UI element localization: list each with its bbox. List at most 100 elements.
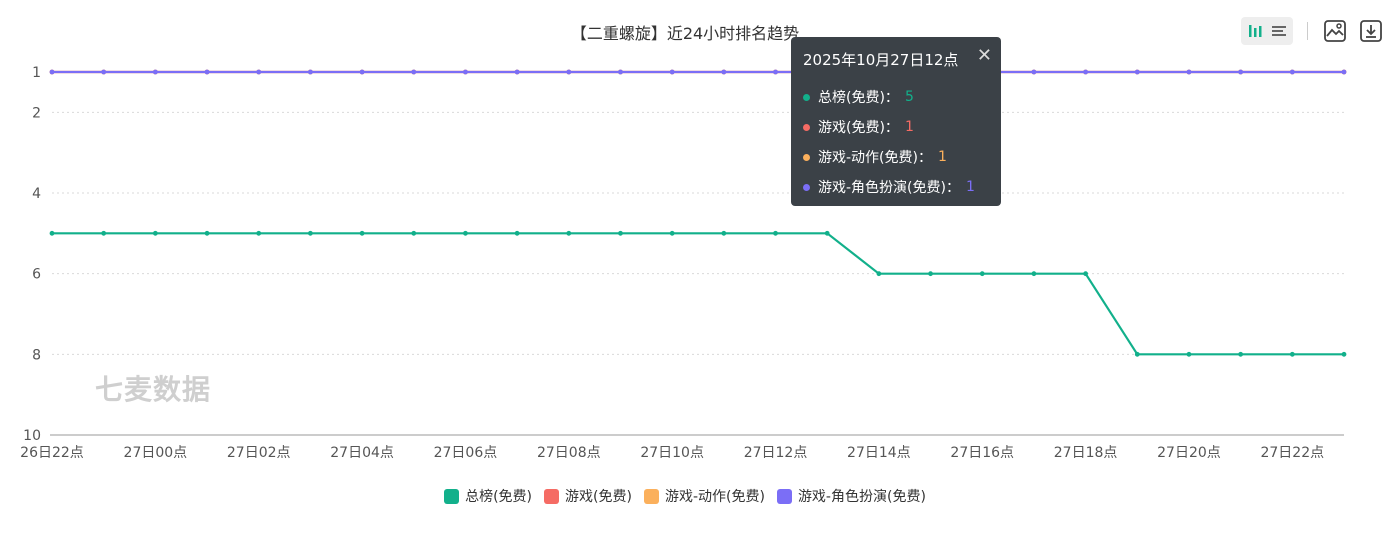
tooltip-dot — [803, 93, 810, 101]
data-point — [824, 230, 830, 236]
data-point — [411, 69, 417, 75]
tooltip-dot — [803, 123, 810, 131]
data-point — [618, 230, 623, 236]
close-icon[interactable]: ✕ — [977, 45, 992, 66]
x-tick-label: 27日04点 — [330, 445, 394, 461]
tooltip-series-name: 游戏(免费)： — [818, 120, 899, 136]
x-tick-label: 27日10点 — [640, 445, 704, 461]
x-tick-label: 27日18点 — [1054, 445, 1118, 461]
data-point — [514, 230, 520, 236]
y-tick-label: 1 — [32, 65, 41, 81]
data-point — [669, 69, 675, 75]
tooltip-dot — [803, 153, 810, 161]
series-line — [52, 232, 1344, 356]
x-tick-label: 26日22点 — [20, 445, 84, 461]
x-tick-label: 27日20点 — [1157, 445, 1221, 461]
tooltip-rows: 总榜(免费)： 5 游戏(免费)： 1 游戏-动作(免费)： 1 游戏-角色扮演(免费)： 1 — [803, 82, 989, 202]
data-point — [1186, 69, 1192, 75]
tooltip-row: 总榜(免费)： 5 — [803, 82, 989, 112]
tooltip-value: 1 — [937, 149, 947, 165]
tooltip-series-name: 总榜(免费)： — [818, 90, 899, 106]
tooltip-value: 5 — [904, 89, 914, 105]
legend-item[interactable]: 游戏-动作(免费) — [643, 486, 765, 506]
legend-swatch — [643, 488, 659, 504]
tooltip-title: 2025年10月27日12点 — [803, 51, 959, 69]
tooltip-row: 游戏-动作(免费)： 1 — [803, 142, 989, 172]
data-point — [49, 230, 55, 236]
legend-label: 游戏-角色扮演(免费) — [797, 489, 926, 505]
x-tick-label: 27日12点 — [744, 445, 808, 461]
data-point — [256, 69, 262, 75]
data-point — [204, 69, 210, 75]
x-tick-label: 27日02点 — [227, 445, 291, 461]
data-point — [773, 69, 778, 75]
data-point — [359, 69, 365, 75]
tooltip-series-name: 游戏-角色扮演(免费)： — [818, 180, 960, 196]
data-point — [308, 69, 313, 75]
data-point — [204, 230, 210, 236]
chart-plot: 1 2 4 6 8 1026日22点 27日00点 27日02点 27日04点 27日06点 27日… — [20, 65, 1347, 461]
data-point — [669, 230, 675, 236]
legend-swatch — [444, 488, 460, 504]
y-tick-label: 8 — [32, 347, 41, 363]
chart-tooltip: 2025年10月27日12点 ✕ 总榜(免费)： 5 游戏(免费)： 1 游戏-动作(免… — [791, 37, 1001, 206]
data-point — [1238, 69, 1244, 75]
data-point — [773, 230, 778, 236]
data-point — [979, 271, 985, 277]
legend-item[interactable]: 总榜(免费) — [444, 486, 532, 506]
data-point — [514, 69, 520, 75]
data-point — [1289, 69, 1295, 75]
legend-label: 总榜(免费) — [465, 489, 533, 505]
data-point — [463, 230, 468, 236]
legend-label: 游戏(免费) — [565, 489, 632, 505]
x-tick-label: 27日16点 — [950, 445, 1014, 461]
watermark: 七麦数据 — [95, 373, 212, 406]
tooltip-series-name: 游戏-动作(免费)： — [818, 150, 932, 166]
data-point — [152, 69, 158, 75]
x-tick-label: 27日14点 — [847, 445, 911, 461]
data-point — [876, 271, 882, 277]
data-point — [1289, 351, 1295, 357]
data-point — [721, 69, 727, 75]
legend-swatch — [544, 488, 560, 504]
tooltip-row: 游戏(免费)： 1 — [803, 112, 989, 142]
data-point — [566, 69, 572, 75]
y-tick-label: 6 — [32, 267, 41, 283]
tooltip-row: 游戏-角色扮演(免费)： 1 — [803, 172, 989, 202]
data-point — [1341, 351, 1347, 357]
data-point — [101, 69, 107, 75]
data-point — [256, 230, 262, 236]
data-point — [1238, 351, 1244, 357]
y-tick-label: 4 — [32, 186, 41, 202]
x-tick-label: 27日00点 — [124, 445, 188, 461]
data-point — [618, 69, 623, 75]
data-point — [49, 69, 55, 75]
data-point — [359, 230, 365, 236]
legend-item[interactable]: 游戏(免费) — [544, 486, 632, 506]
data-point — [463, 69, 468, 75]
data-point — [566, 230, 572, 236]
data-point — [1031, 271, 1037, 277]
data-point — [1134, 69, 1140, 75]
y-tick-label: 2 — [32, 105, 41, 121]
data-point — [1341, 69, 1347, 75]
tooltip-dot — [803, 183, 810, 191]
data-point — [308, 230, 313, 236]
data-point — [1186, 351, 1192, 357]
y-tick-label: 10 — [23, 428, 41, 444]
legend-swatch — [776, 488, 792, 504]
data-point — [1134, 351, 1140, 357]
x-tick-label: 27日22点 — [1260, 445, 1324, 461]
chart-legend: 总榜(免费) 游戏(免费) 游戏-动作(免费) 游戏-角色扮演(免费) — [0, 486, 1370, 506]
data-point — [1083, 271, 1088, 277]
legend-label: 游戏-动作(免费) — [664, 489, 765, 505]
legend-item[interactable]: 游戏-角色扮演(免费) — [776, 486, 926, 506]
data-point — [411, 230, 417, 236]
x-tick-label: 27日06点 — [434, 445, 498, 461]
data-point — [101, 230, 107, 236]
x-tick-label: 27日08点 — [537, 445, 601, 461]
data-point — [152, 230, 158, 236]
tooltip-value: 1 — [904, 119, 914, 135]
data-point — [1031, 69, 1037, 75]
data-point — [721, 230, 727, 236]
